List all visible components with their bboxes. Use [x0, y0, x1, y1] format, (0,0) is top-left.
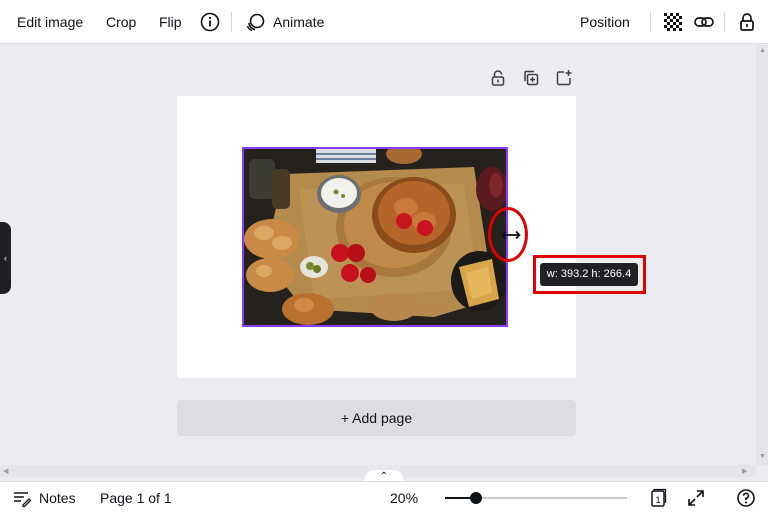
crop-button[interactable]: Crop — [106, 0, 136, 44]
selected-image[interactable] — [242, 147, 508, 327]
resize-handle-right[interactable] — [500, 224, 522, 246]
toolbar-divider — [231, 12, 232, 32]
animate-button[interactable]: Animate — [273, 0, 324, 44]
lock-icon[interactable] — [735, 10, 759, 34]
toolbar-divider — [724, 12, 725, 32]
edit-image-button[interactable]: Edit image — [17, 0, 83, 44]
position-button[interactable]: Position — [580, 0, 630, 44]
vertical-scrollbar[interactable]: ▲ ▼ — [756, 45, 768, 465]
scroll-down-icon[interactable]: ▼ — [759, 453, 766, 460]
flip-button[interactable]: Flip — [159, 0, 182, 44]
top-toolbar: Edit image Crop Flip Animate Position — [0, 0, 768, 44]
page-grid-icon[interactable]: 1 — [648, 488, 668, 508]
link-icon[interactable] — [692, 10, 716, 34]
fullscreen-icon[interactable] — [686, 488, 706, 508]
add-page-button[interactable]: + Add page — [177, 400, 576, 436]
scroll-up-icon[interactable]: ▲ — [759, 47, 766, 54]
zoom-slider-thumb[interactable] — [469, 492, 482, 504]
animate-icon[interactable] — [244, 10, 268, 34]
notes-icon[interactable] — [12, 488, 32, 508]
checkerboard-icon[interactable] — [661, 10, 685, 34]
info-icon[interactable] — [198, 10, 222, 34]
bottom-bar: Notes Page 1 of 1 20% 1 — [0, 481, 768, 513]
side-panel-toggle[interactable]: ‹ — [0, 222, 11, 294]
zoom-percentage[interactable]: 20% — [390, 482, 418, 513]
lock-page-icon[interactable] — [488, 68, 508, 88]
toolbar-divider — [650, 12, 651, 32]
page-indicator[interactable]: Page 1 of 1 — [100, 482, 172, 513]
dimensions-tooltip: w: 393.2 h: 266.4 — [540, 263, 638, 286]
add-page-icon[interactable] — [554, 68, 574, 88]
scroll-left-icon[interactable]: ◀ — [3, 467, 8, 475]
duplicate-page-icon[interactable] — [521, 68, 541, 88]
help-icon[interactable] — [736, 488, 756, 508]
scroll-right-icon[interactable]: ▶ — [742, 467, 747, 475]
page-count-badge: 1 — [655, 495, 660, 505]
food-photo — [244, 149, 506, 325]
notes-button[interactable]: Notes — [39, 482, 76, 513]
